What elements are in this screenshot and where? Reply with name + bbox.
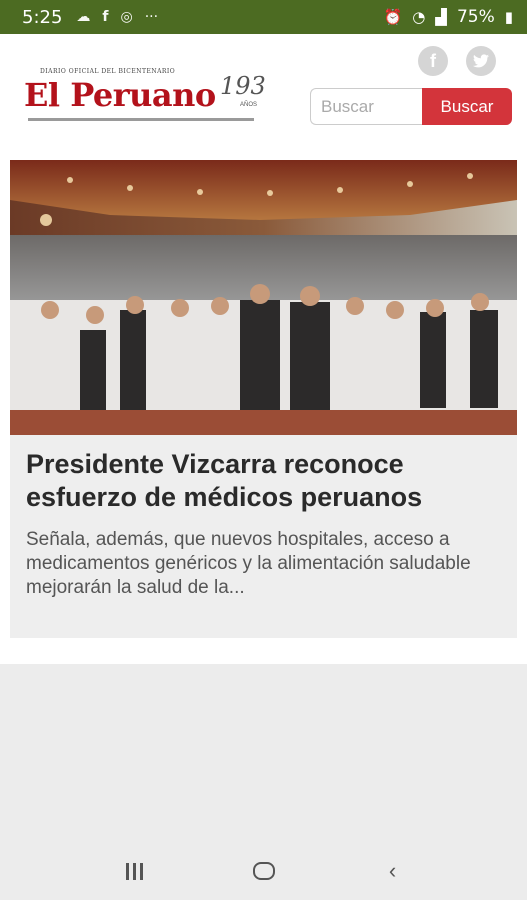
more-dots-icon: ··· [144,9,159,25]
wifi-icon: ◔ [412,8,426,26]
page-content: DIARIO OFICIAL DEL BICENTENARIO El Perua… [0,34,527,664]
facebook-icon[interactable]: f [418,46,448,76]
home-icon[interactable] [234,851,294,891]
site-logo[interactable]: DIARIO OFICIAL DEL BICENTENARIO El Perua… [24,68,274,128]
search-form: Buscar [310,88,512,125]
system-nav-bar: ‹ [0,842,527,900]
logo-years-label: AÑOS [240,102,258,108]
logo-underline [28,118,254,121]
status-time: 5:25 [22,6,63,28]
article-summary: Señala, además, que nuevos hospitales, a… [26,529,471,598]
twitter-icon[interactable] [466,46,496,76]
article-card[interactable]: Presidente Vizcarra reconoce esfuerzo de… [10,160,517,638]
recent-apps-icon[interactable] [105,851,165,891]
logo-name: El Peruano [24,76,216,114]
status-bar: 5:25 ☁ f ◎ ··· ⏰ ◔ ▟ 75% ▮ [0,0,527,34]
facebook-icon: f [102,9,109,25]
search-button[interactable]: Buscar [422,88,512,125]
signal-icon: ▟ [435,8,447,26]
article-headline[interactable]: Presidente Vizcarra reconoce esfuerzo de… [26,448,506,514]
search-input[interactable] [310,88,422,125]
battery-icon: ▮ [504,8,513,26]
data-saver-icon: ◎ [120,9,133,25]
article-photo[interactable] [10,160,517,435]
alarm-icon: ⏰ [383,8,403,26]
cloud-upload-icon: ☁ [76,9,91,25]
battery-percent: 75% [456,7,495,27]
logo-tagline: DIARIO OFICIAL DEL BICENTENARIO [40,68,176,75]
site-header: DIARIO OFICIAL DEL BICENTENARIO El Perua… [0,34,527,159]
back-icon[interactable]: ‹ [363,851,423,891]
logo-years: 193 [220,72,266,100]
